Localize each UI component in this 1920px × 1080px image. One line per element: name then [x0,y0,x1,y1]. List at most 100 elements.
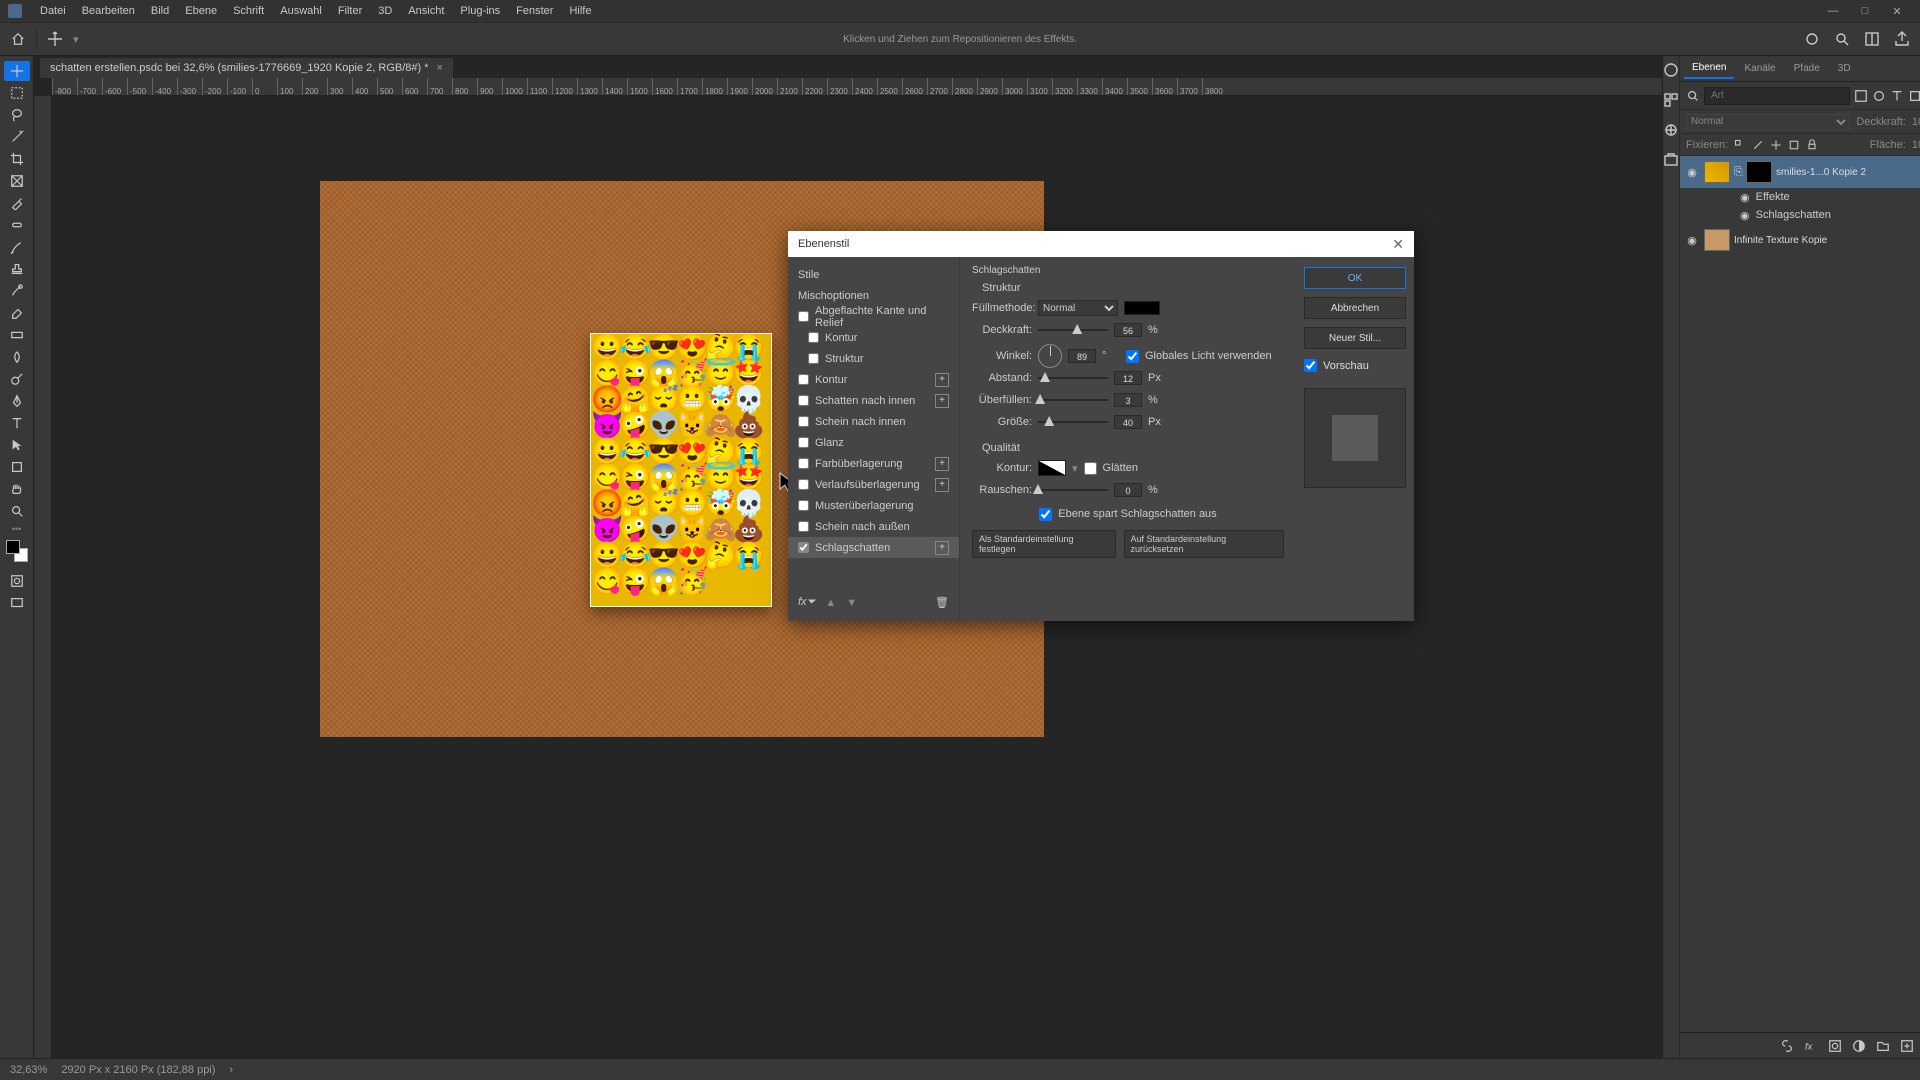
menu-bild[interactable]: Bild [143,1,177,21]
style-item[interactable]: Abgeflachte Kante und Relief [788,306,959,327]
panel-tab-3d[interactable]: 3D [1830,59,1859,78]
pen-tool[interactable] [4,391,30,411]
move-tool[interactable] [4,61,30,81]
panel-tab-ebenen[interactable]: Ebenen [1684,58,1734,79]
style-item[interactable]: Schatten nach innen+ [788,390,959,411]
noise-value[interactable]: 0 [1114,483,1142,497]
style-item[interactable]: Schein nach außen [788,516,959,537]
add-style-icon[interactable]: + [935,541,949,555]
home-icon[interactable] [10,32,26,46]
style-up-icon[interactable]: ▲ [825,597,836,609]
reset-default-button[interactable]: Auf Standardeinstellung zurücksetzen [1124,530,1284,558]
lock-paint-icon[interactable] [1752,139,1764,151]
libraries-panel-icon[interactable] [1663,152,1679,168]
add-style-icon[interactable]: + [935,478,949,492]
style-checkbox[interactable] [798,311,809,322]
layer-row[interactable]: ◉ Infinite Texture Kopie [1680,224,1920,256]
style-item[interactable]: Kontur [788,327,959,348]
contour-picker[interactable] [1038,460,1066,476]
panel-tab-pfade[interactable]: Pfade [1786,59,1828,78]
layer-mask-thumbnail[interactable] [1746,161,1772,183]
layer-thumbnail[interactable] [1704,229,1730,251]
color-swatch[interactable] [6,540,28,562]
new-layer-icon[interactable] [1900,1039,1914,1053]
style-item[interactable]: Struktur [788,348,959,369]
menu-filter[interactable]: Filter [330,1,370,21]
global-light-checkbox[interactable] [1126,350,1139,363]
group-layers-icon[interactable] [1876,1039,1890,1053]
style-item[interactable]: Farbüberlagerung+ [788,453,959,474]
style-checkbox[interactable] [798,374,809,385]
document-tab[interactable]: schatten erstellen.psdc bei 32,6% (smili… [40,58,453,78]
make-default-button[interactable]: Als Standardeinstellung festlegen [972,530,1116,558]
layer-filter-input[interactable] [1704,87,1850,105]
visibility-icon[interactable]: ◉ [1684,234,1700,247]
workspace-icon[interactable] [1864,31,1880,47]
style-item[interactable]: Kontur+ [788,369,959,390]
layer-fx-icon[interactable]: fx [1804,1039,1818,1053]
angle-dial[interactable] [1038,344,1062,368]
distance-slider[interactable] [1038,371,1108,385]
menu-schrift[interactable]: Schrift [225,1,272,21]
blur-tool[interactable] [4,347,30,367]
menu-ebene[interactable]: Ebene [177,1,225,21]
style-checkbox[interactable] [798,521,809,532]
link-layers-icon[interactable] [1780,1039,1794,1053]
menu-auswahl[interactable]: Auswahl [272,1,330,21]
quickmask-icon[interactable] [4,571,30,591]
style-item[interactable]: Musterüberlagerung [788,495,959,516]
document-info[interactable]: 2920 Px x 2160 Px (182,88 ppi) [61,1064,215,1076]
hand-tool[interactable] [4,479,30,499]
menu-bearbeiten[interactable]: Bearbeiten [74,1,143,21]
menu-plug-ins[interactable]: Plug-ins [452,1,508,21]
style-item[interactable]: Glanz [788,432,959,453]
style-checkbox[interactable] [798,458,809,469]
fill-value[interactable]: 100% [1912,139,1920,151]
lasso-tool[interactable] [4,105,30,125]
dodge-tool[interactable] [4,369,30,389]
wand-tool[interactable] [4,127,30,147]
menu-datei[interactable]: Datei [32,1,74,21]
marquee-tool[interactable] [4,83,30,103]
preview-checkbox[interactable] [1304,359,1317,372]
size-value[interactable]: 40 [1114,415,1142,429]
path-select-tool[interactable] [4,435,30,455]
shape-tool[interactable] [4,457,30,477]
spread-value[interactable]: 3 [1114,393,1142,407]
shadow-color-swatch[interactable] [1124,301,1160,315]
style-checkbox[interactable] [798,395,809,406]
zoom-level[interactable]: 32,63% [10,1064,47,1076]
lock-position-icon[interactable] [1770,139,1782,151]
blend-mode-select[interactable]: Normal [1686,114,1850,130]
menu-ansicht[interactable]: Ansicht [400,1,452,21]
add-style-icon[interactable]: + [935,394,949,408]
distance-value[interactable]: 12 [1114,371,1142,385]
history-brush-tool[interactable] [4,281,30,301]
style-checkbox[interactable] [798,542,809,553]
antialias-checkbox[interactable] [1084,462,1097,475]
style-item[interactable]: Schlagschatten+ [788,537,959,558]
lock-all-icon[interactable] [1806,139,1818,151]
style-checkbox[interactable] [808,332,819,343]
style-checkbox[interactable] [798,479,809,490]
style-down-icon[interactable]: ▼ [846,597,857,609]
adjustment-layer-icon[interactable] [1852,1039,1866,1053]
eraser-tool[interactable] [4,303,30,323]
share-icon[interactable] [1894,31,1910,47]
filter-type-image-icon[interactable] [1854,89,1868,103]
opacity-value[interactable]: 100% [1912,116,1920,128]
lock-nest-icon[interactable] [1788,139,1800,151]
style-checkbox[interactable] [798,437,809,448]
status-chevron-icon[interactable]: › [229,1064,233,1076]
window-minimize[interactable]: — [1818,3,1848,19]
menu-fenster[interactable]: Fenster [508,1,561,21]
style-checkbox[interactable] [798,416,809,427]
style-checkbox[interactable] [798,500,809,511]
eyedropper-tool[interactable] [4,193,30,213]
layer-effects-header[interactable]: ◉Effekte [1680,188,1920,206]
size-slider[interactable] [1038,415,1108,429]
knockout-checkbox[interactable] [1039,508,1052,521]
search-icon[interactable] [1834,31,1850,47]
lock-transparency-icon[interactable] [1734,139,1746,151]
fx-menu-icon[interactable]: fx⏷ [798,596,815,609]
